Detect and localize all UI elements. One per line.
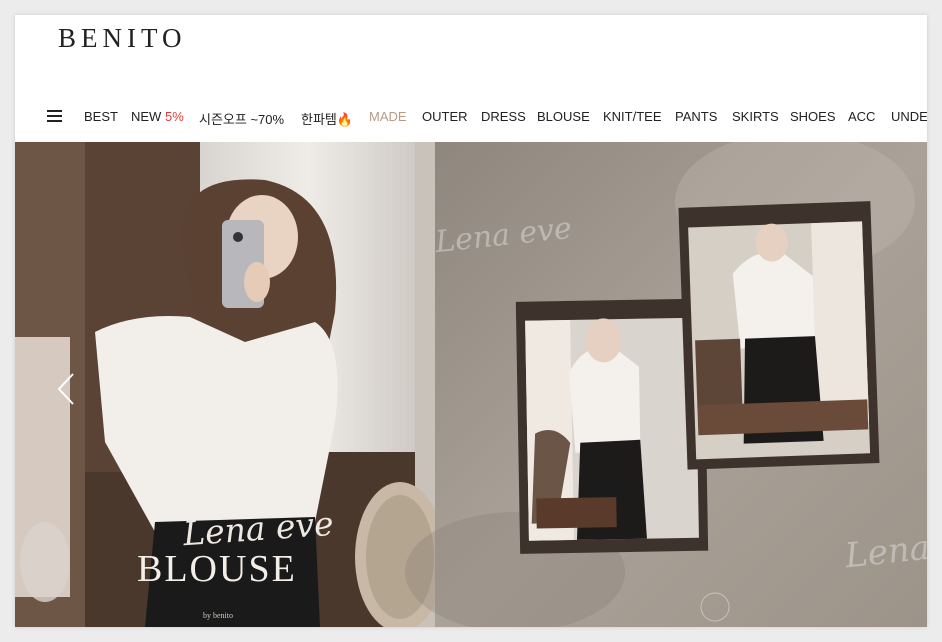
brand-logo[interactable]: BENITO: [58, 23, 187, 54]
nav-item-season-off[interactable]: 시즌오프 ~70%: [199, 109, 284, 128]
new-discount-badge: 5%: [164, 109, 184, 124]
nav-item-acc[interactable]: ACC: [848, 109, 875, 124]
nav-item-outer[interactable]: OUTER: [422, 109, 468, 124]
banner-script-right: Lena: [843, 527, 927, 577]
nav-item-underwear[interactable]: UNDE: [891, 109, 927, 124]
nav-item-new[interactable]: NEW 5%: [131, 109, 184, 124]
nav-item-skirts[interactable]: SKIRTS: [732, 109, 779, 124]
banner-byline: by benito: [203, 611, 233, 620]
nav-item-shoes[interactable]: SHOES: [790, 109, 836, 124]
banner-product-title: BLOUSE: [137, 548, 297, 590]
nav-item-best[interactable]: BEST: [84, 109, 118, 124]
nav-item-dress[interactable]: DRESS: [481, 109, 526, 124]
chevron-left-icon[interactable]: [55, 372, 79, 406]
nav-item-pants[interactable]: PANTS: [675, 109, 717, 124]
page: BENITO BEST NEW 5% 시즌오프 ~70% 한파템🔥 MADE O…: [15, 15, 927, 627]
nav-item-made[interactable]: MADE: [369, 109, 407, 124]
nav-item-new-label: NEW: [131, 109, 162, 124]
nav-item-blouse[interactable]: BLOUSE: [537, 109, 590, 124]
hamburger-menu-icon[interactable]: [47, 110, 62, 123]
nav-item-knit-tee[interactable]: KNIT/TEE: [603, 109, 662, 124]
nav-item-cold-weather[interactable]: 한파템🔥: [301, 109, 353, 128]
category-nav: BEST NEW 5% 시즌오프 ~70% 한파템🔥 MADE OUTER DR…: [15, 107, 927, 129]
main-banner-slider[interactable]: Lena eve BLOUSE by benito Lena eve Lena: [15, 142, 927, 627]
